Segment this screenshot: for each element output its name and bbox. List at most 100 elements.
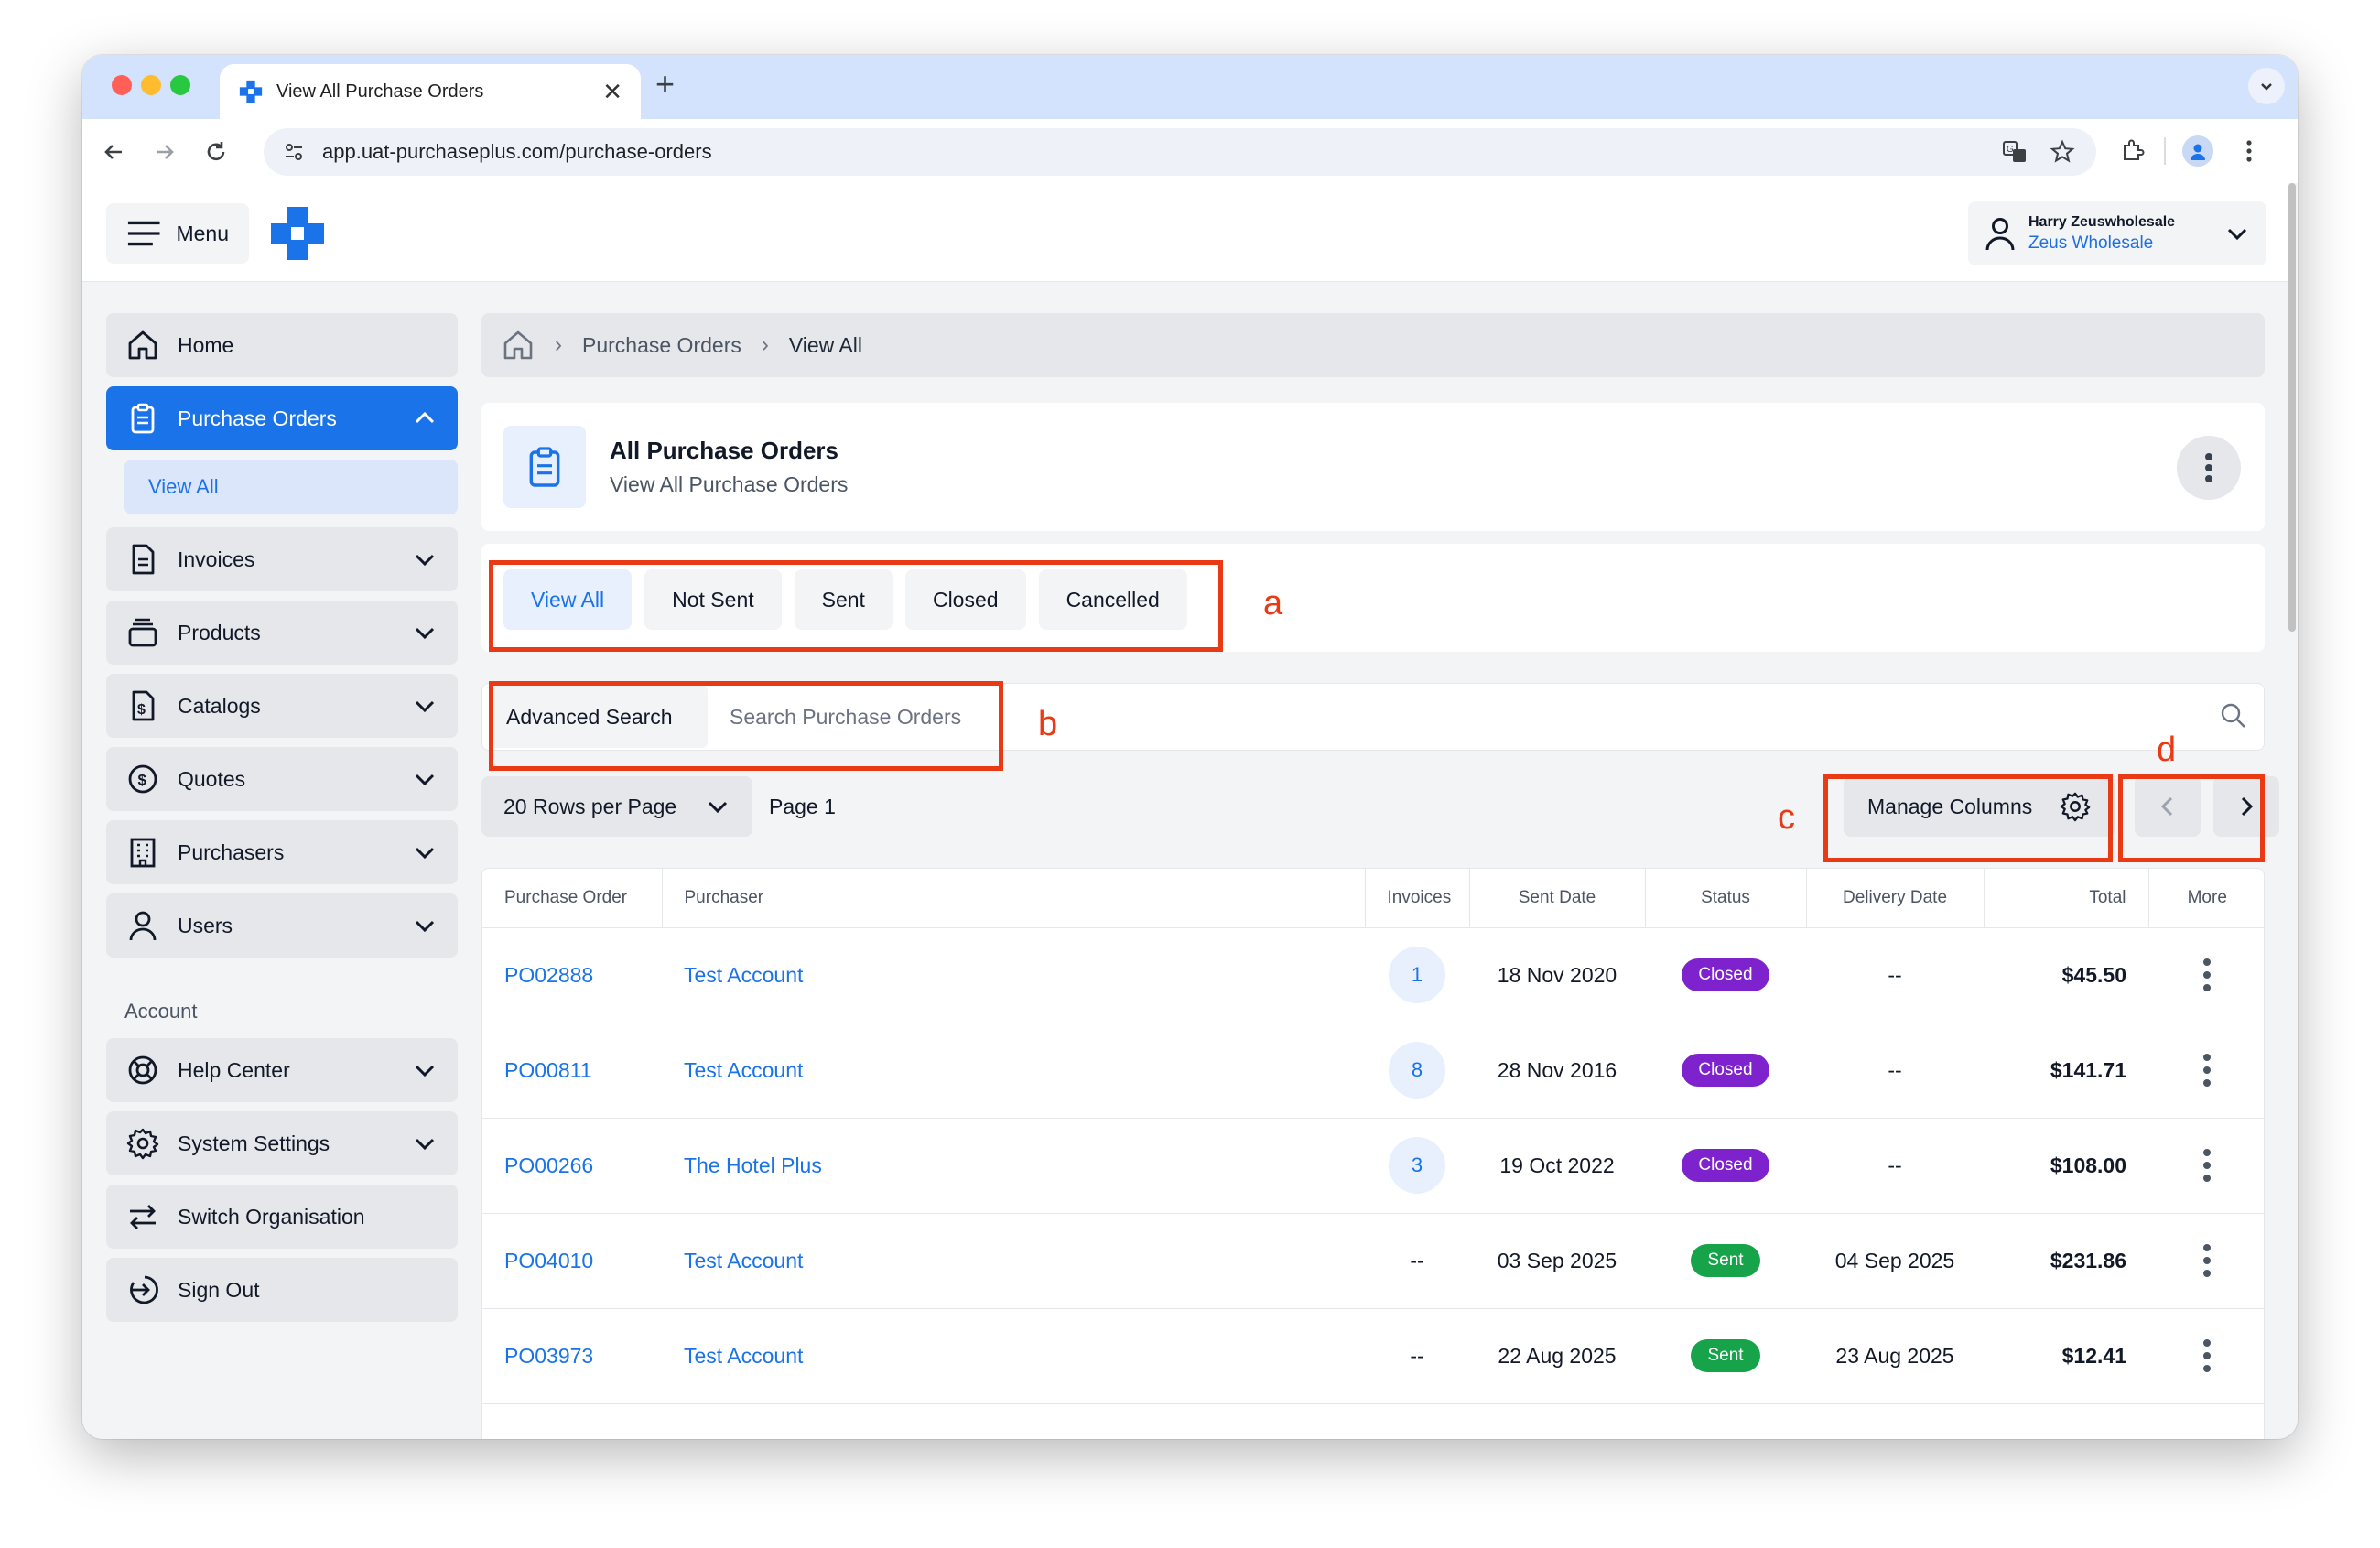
po-number-link[interactable]: PO00266 (504, 1153, 593, 1177)
chevron-down-icon (415, 700, 435, 713)
sidebar-item-system-settings[interactable]: System Settings (106, 1111, 458, 1175)
sidebar-subitem-label: View All (148, 475, 219, 498)
delivery-date-cell: -- (1806, 1023, 1984, 1119)
po-number-link[interactable]: PO00811 (504, 1058, 591, 1082)
browser-menu-icon[interactable] (2234, 135, 2265, 167)
sidebar-subitem-view-all[interactable]: View All (124, 460, 458, 514)
chevron-down-icon (2227, 228, 2247, 241)
sent-date-cell: 28 Nov 2016 (1469, 1023, 1645, 1119)
column-header-invoices[interactable]: Invoices (1365, 869, 1470, 928)
rows-per-page-label: 20 Rows per Page (503, 794, 677, 818)
purchaser-link[interactable]: Test Account (684, 963, 803, 987)
browser-tab-strip: View All Purchase Orders ✕ + (82, 55, 2298, 119)
sidebar-item-catalogs[interactable]: $ Catalogs (106, 674, 458, 738)
user-icon (1985, 218, 2015, 251)
sidebar-item-purchasers[interactable]: Purchasers (106, 820, 458, 884)
row-actions-button[interactable] (2170, 1147, 2244, 1184)
column-header-purchaser[interactable]: Purchaser (662, 869, 1366, 928)
row-actions-button[interactable] (2170, 1337, 2244, 1374)
annotation-label-b: b (1038, 705, 1058, 743)
total-cell: $12.41 (1984, 1308, 2148, 1404)
po-number-link[interactable]: PO04010 (504, 1249, 593, 1272)
account-user-name: Harry Zeuswholesale (2028, 213, 2176, 230)
po-number-link[interactable]: PO03973 (504, 1344, 593, 1368)
reload-button[interactable] (201, 137, 231, 167)
page-scrollbar-thumb[interactable] (2288, 183, 2296, 632)
back-button[interactable] (99, 137, 128, 167)
search-icon[interactable] (2220, 702, 2247, 730)
page-actions-button[interactable] (2177, 436, 2241, 500)
account-organisation: Zeus Wholesale (2028, 233, 2154, 253)
sidebar-item-products[interactable]: Products (106, 601, 458, 665)
profile-avatar-icon[interactable] (2182, 135, 2213, 167)
breadcrumb-purchase-orders[interactable]: Purchase Orders (582, 333, 741, 358)
sidebar-item-invoices[interactable]: Invoices (106, 527, 458, 591)
annotation-box-b (489, 681, 1003, 771)
svg-text:$: $ (138, 772, 147, 789)
breadcrumb-current: View All (788, 332, 862, 357)
invoice-count-badge[interactable]: 1 (1389, 947, 1445, 1003)
status-badge: Closed (1682, 1149, 1769, 1182)
kebab-menu-icon (2203, 1149, 2211, 1182)
column-header-delivery-date[interactable]: Delivery Date (1806, 869, 1985, 928)
purchaser-link[interactable]: The Hotel Plus (684, 1153, 822, 1177)
sidebar-item-quotes[interactable]: $ Quotes (106, 747, 458, 811)
column-header-purchase-order[interactable]: Purchase Order (482, 869, 663, 928)
home-icon[interactable] (502, 329, 535, 362)
browser-window: View All Purchase Orders ✕ + app.uat-pur… (82, 55, 2298, 1439)
column-header-status[interactable]: Status (1645, 869, 1807, 928)
kebab-menu-icon (2203, 1244, 2211, 1277)
column-header-total[interactable]: Total (1984, 869, 2149, 928)
extensions-icon[interactable] (2116, 135, 2147, 167)
sidebar-item-help-center[interactable]: Help Center (106, 1038, 458, 1102)
minimize-window-button[interactable] (141, 75, 161, 95)
purchaser-link[interactable]: Test Account (684, 1058, 803, 1082)
menu-button[interactable]: Menu (106, 203, 249, 264)
invoice-count-badge[interactable]: 3 (1389, 1137, 1445, 1194)
bookmark-star-icon[interactable] (2047, 136, 2078, 168)
kebab-menu-icon (2203, 1054, 2211, 1087)
po-number-link[interactable]: PO02888 (504, 963, 593, 987)
row-actions-button[interactable] (2170, 1242, 2244, 1279)
annotation-label-d: d (2157, 731, 2177, 769)
new-tab-button[interactable]: + (655, 68, 675, 101)
total-cell: $108.00 (1984, 1118, 2148, 1214)
dollar-circle-icon: $ (126, 763, 159, 796)
account-switcher[interactable]: Harry Zeuswholesale Zeus Wholesale (1968, 201, 2266, 265)
sidebar-item-sign-out[interactable]: Sign Out (106, 1258, 458, 1322)
sidebar-nav: Home Purchase Orders View All Invoices P… (106, 313, 458, 1331)
forward-button[interactable] (150, 137, 179, 167)
tab-search-button[interactable] (2248, 68, 2285, 104)
close-window-button[interactable] (112, 75, 132, 95)
close-tab-icon[interactable]: ✕ (602, 80, 622, 103)
chevron-down-icon (415, 1065, 435, 1077)
browser-tab[interactable]: View All Purchase Orders ✕ (220, 64, 641, 119)
maximize-window-button[interactable] (170, 75, 190, 95)
purchaser-link[interactable]: Test Account (684, 1344, 803, 1368)
purchaser-link[interactable]: Test Account (684, 1249, 803, 1272)
sidebar-item-label: Products (178, 620, 261, 644)
address-bar[interactable]: app.uat-purchaseplus.com/purchase-orders… (264, 128, 2096, 176)
kebab-menu-icon (2205, 453, 2212, 482)
arrow-right-icon (157, 145, 174, 159)
delivery-date-cell: 04 Sep 2025 (1806, 1213, 1984, 1309)
row-actions-button[interactable] (2170, 957, 2244, 993)
column-header-sent-date[interactable]: Sent Date (1469, 869, 1646, 928)
sent-date-cell: 22 Aug 2025 (1469, 1308, 1645, 1404)
sidebar-item-home[interactable]: Home (106, 313, 458, 377)
dollar-document-icon: $ (126, 689, 159, 722)
site-settings-icon[interactable] (282, 140, 306, 164)
sidebar-item-purchase-orders[interactable]: Purchase Orders (106, 386, 458, 450)
purchaseplus-logo-icon[interactable] (269, 205, 326, 262)
page-scrollbar[interactable] (2288, 183, 2298, 1439)
url-text[interactable]: app.uat-purchaseplus.com/purchase-orders (322, 140, 1983, 164)
annotation-box-a (489, 560, 1223, 652)
sidebar-item-switch-organisation[interactable]: Switch Organisation (106, 1185, 458, 1249)
sidebar-section-account: Account (124, 1000, 198, 1023)
rows-per-page-select[interactable]: 20 Rows per Page (481, 776, 752, 837)
invoice-count-badge[interactable]: 8 (1389, 1042, 1445, 1099)
purchaseplus-favicon-icon (239, 80, 263, 103)
row-actions-button[interactable] (2170, 1052, 2244, 1088)
translate-icon[interactable]: G (1999, 136, 2030, 168)
sidebar-item-users[interactable]: Users (106, 893, 458, 958)
